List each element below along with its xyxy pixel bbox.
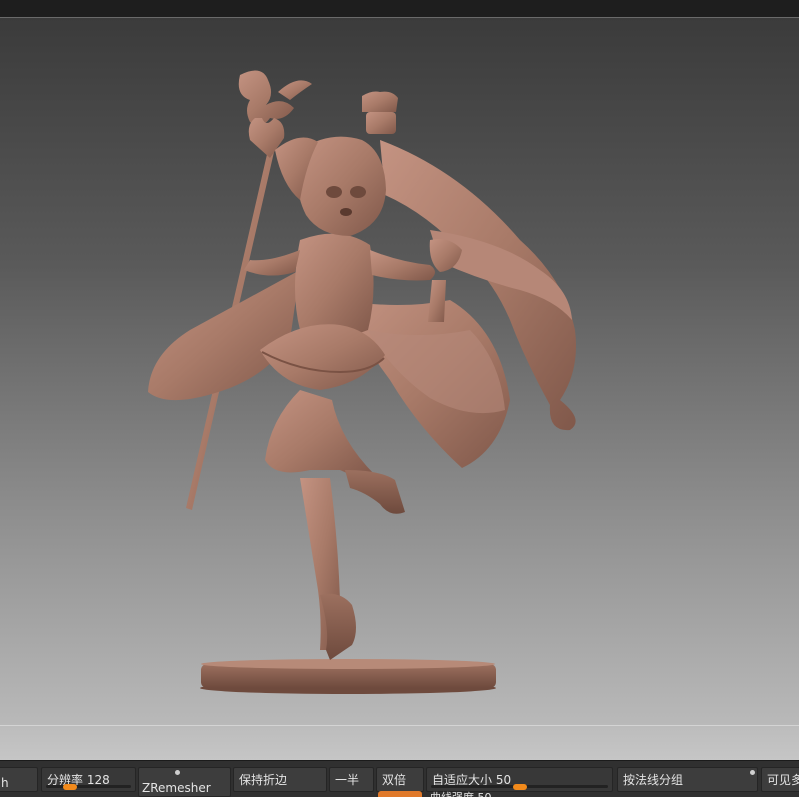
double-label: 双倍: [382, 773, 407, 787]
double-button[interactable]: 双倍: [376, 767, 424, 792]
resolution-knob[interactable]: [63, 784, 77, 790]
partial-left-button[interactable]: h: [0, 767, 38, 792]
top-bar: [0, 0, 799, 18]
keep-creases-label: 保持折边: [239, 773, 288, 787]
adaptive-size-knob[interactable]: [513, 784, 527, 790]
3d-viewport[interactable]: [0, 18, 799, 725]
sculpted-figure: [148, 70, 576, 694]
resolution-track: [46, 785, 131, 788]
curve-mode-button[interactable]: [378, 791, 422, 797]
resolution-slider[interactable]: 分辨率 128: [41, 767, 136, 792]
zremesher-button[interactable]: ZRemesher: [138, 767, 231, 797]
group-by-normals-toggle[interactable]: 按法线分组: [617, 767, 758, 792]
visible-toggle[interactable]: 可见多: [761, 767, 799, 792]
partial-left-label: h: [1, 776, 9, 790]
toggle-indicator-icon: [750, 770, 755, 775]
head: [275, 91, 398, 236]
curve-strength-label: 曲线强度 50: [430, 789, 492, 797]
zremesher-indicator-icon: [175, 770, 180, 775]
half-label: 一半: [335, 773, 360, 787]
legs: [265, 390, 405, 660]
half-button[interactable]: 一半: [329, 767, 374, 792]
zremesher-label: ZRemesher: [142, 781, 211, 795]
zbrush-window: h 分辨率 128 ZRemesher 保持折边 一半 双倍 自适应大小 50: [0, 0, 799, 797]
group-by-normals-label: 按法线分组: [623, 773, 684, 787]
visible-label: 可见多: [767, 773, 799, 787]
viewport-floor-strip: [0, 725, 799, 761]
keep-creases-toggle[interactable]: 保持折边: [233, 767, 327, 792]
base-pedestal: [200, 659, 496, 694]
